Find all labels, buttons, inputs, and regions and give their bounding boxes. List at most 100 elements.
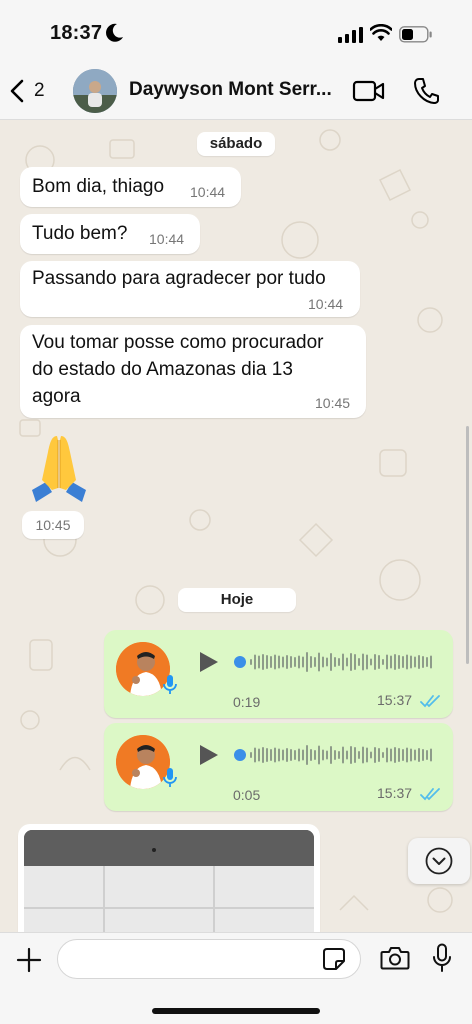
waveform-bar [390,748,392,762]
waveform-bar [290,749,292,761]
waveform-bar [318,652,320,672]
camera-icon[interactable] [380,945,410,971]
image-preview [24,830,314,932]
waveform-bar [294,750,296,760]
waveform-bar [338,658,340,666]
waveform-bar [326,750,328,760]
waveform-bar [346,750,348,760]
microphone-icon[interactable] [432,943,452,973]
waveform-bar [370,751,372,759]
sticker-icon[interactable] [322,947,346,971]
waveform-bar [382,752,384,758]
audio-waveform[interactable] [234,743,434,767]
waveform-bar [402,656,404,668]
microphone-icon [163,768,177,787]
waveform-bar [410,655,412,669]
incoming-image-message[interactable] [18,824,320,932]
scroll-to-bottom-button[interactable] [408,838,470,884]
folded-hands-emoji[interactable] [22,430,96,506]
waveform-bar [350,746,352,764]
phone-icon[interactable] [412,76,440,106]
contact-name[interactable]: Daywyson Mont Serr... [129,79,344,101]
audio-duration: 0:05 [233,787,261,803]
message-time: 15:37 [377,692,413,708]
play-icon[interactable] [198,743,220,767]
message-time: 10:44 [190,184,226,200]
waveform-bar [266,748,268,762]
waveform-bar [286,748,288,762]
incoming-message[interactable]: Tudo bem? 10:44 [20,214,200,254]
microphone-icon [163,675,177,694]
waveform-bar [270,749,272,761]
outgoing-voice-message[interactable]: 0:19 15:37 [104,630,453,718]
waveform-bar [290,656,292,668]
waveform-bar [262,654,264,670]
message-time: 10:44 [149,231,185,247]
message-text-line: Vou tomar posse como procurador [32,332,324,353]
waveform-bar [302,749,304,761]
message-input[interactable] [57,939,361,979]
waveform-bar [378,655,380,669]
waveform-bar [366,747,368,763]
waveform-bar [250,752,252,758]
outgoing-voice-message[interactable]: 0:05 15:37 [104,723,453,811]
waveform-bar [430,748,432,762]
waveform-bar [346,657,348,667]
waveform-bar [402,749,404,761]
waveform-bar [394,654,396,670]
waveform-bar [318,745,320,765]
waveform-bar [358,751,360,759]
waveform-bar [334,750,336,760]
waveform-bar [374,654,376,670]
waveform-bar [362,746,364,764]
message-text-line: do estado do Amazonas dia 13 [32,359,293,380]
message-time: 10:45 [315,395,351,411]
waveform-bar [294,657,296,667]
waveform-bar [314,657,316,667]
date-separator-saturday: sábado [197,132,275,156]
waveform-bar [426,750,428,760]
waveform-bar [386,747,388,763]
waveform-bar [418,748,420,762]
incoming-message[interactable]: Vou tomar posse como procurador do estad… [20,325,366,418]
waveform-bar [278,748,280,762]
scrollbar[interactable] [466,426,469,664]
waveform-bar [358,658,360,666]
contact-avatar[interactable] [73,69,117,113]
waveform-bar [310,656,312,668]
waveform-bar [378,748,380,762]
waveform-bar [306,745,308,765]
waveform-bar [390,655,392,669]
message-time: 10:45 [22,511,84,539]
plus-icon[interactable] [16,947,42,973]
status-time: 18:37 [50,22,103,44]
waveform-bar [266,655,268,669]
audio-waveform[interactable] [234,650,434,674]
waveform-bar [354,654,356,670]
waveform-bar [418,655,420,669]
waveform-bar [426,657,428,667]
incoming-message[interactable]: Bom dia, thiago 10:44 [20,167,241,207]
waveform-bar [322,749,324,761]
video-camera-icon[interactable] [352,78,386,104]
waveform-bar [374,747,376,763]
incoming-message[interactable]: Passando para agradecer por tudo 10:44 [20,261,360,317]
play-icon[interactable] [198,650,220,674]
back-button[interactable]: 2 [8,76,54,106]
chat-area[interactable]: sábado Bom dia, thiago 10:44 Tudo bem? 1… [0,120,472,932]
waveform-bar [330,653,332,671]
waveform-bar [334,657,336,667]
waveform-bar [342,746,344,764]
waveform-bar [430,655,432,669]
read-ticks-icon [420,695,440,708]
unread-count: 2 [34,80,45,101]
waveform-bar [302,656,304,668]
playback-position-knob[interactable] [234,749,246,761]
waveform-bar [298,748,300,762]
waveform-bar [406,747,408,763]
waveform-bar [382,659,384,665]
waveform-bar [314,750,316,760]
message-composer [0,932,472,1024]
playback-position-knob[interactable] [234,656,246,668]
status-bar: 18:37 [0,0,472,64]
